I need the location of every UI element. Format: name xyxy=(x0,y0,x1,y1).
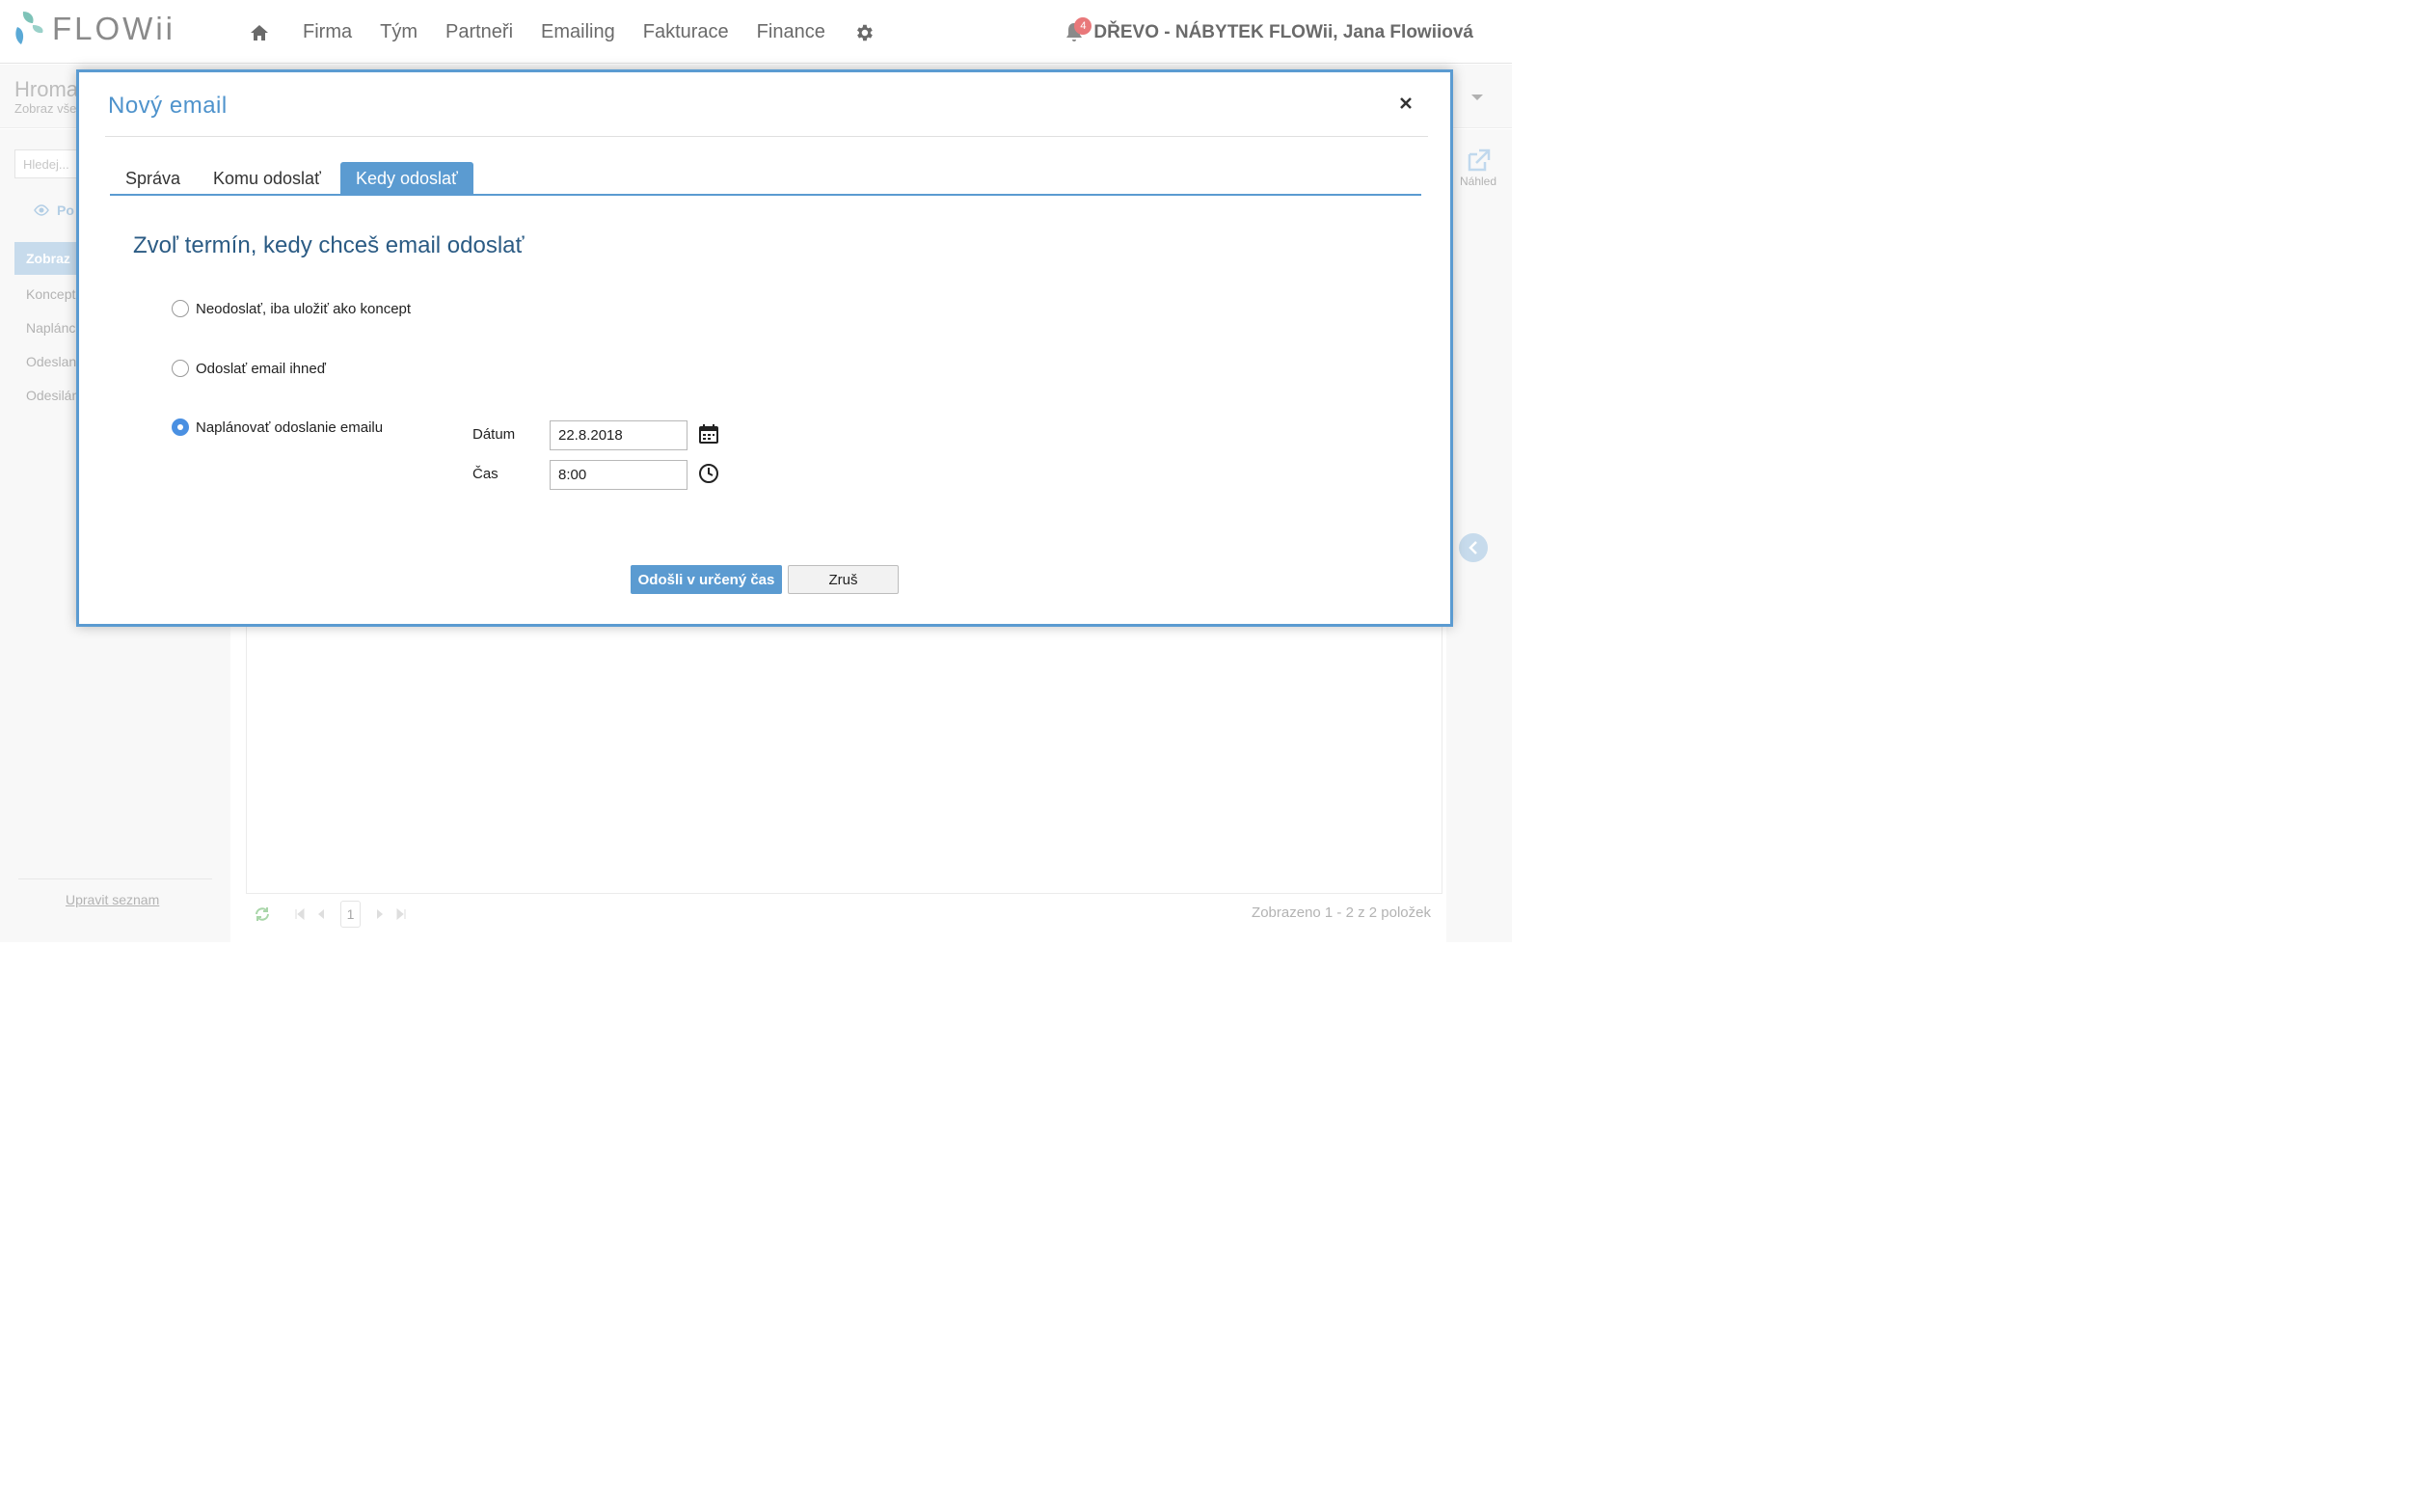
radio-save-draft[interactable] xyxy=(172,300,189,317)
new-email-dialog: Nový email Správa Komu odoslať Kedy odos… xyxy=(76,69,1453,627)
flowii-logo-icon xyxy=(15,12,43,44)
notification-badge: 4 xyxy=(1074,17,1092,35)
home-icon[interactable] xyxy=(249,22,270,43)
time-label: Čas xyxy=(472,466,499,482)
nav-partneri[interactable]: Partneři xyxy=(445,21,513,43)
dialog-title: Nový email xyxy=(108,93,228,119)
notifications-button[interactable]: 4 xyxy=(1065,17,1092,44)
option-save-draft-label: Neodoslať, iba uložiť ako koncept xyxy=(196,300,412,317)
nav-fakturace[interactable]: Fakturace xyxy=(643,21,729,43)
tab-kedy-odoslat[interactable]: Kedy odoslať xyxy=(340,162,473,194)
option-schedule[interactable]: Naplánovať odoslanie emailu xyxy=(172,418,383,436)
radio-send-now[interactable] xyxy=(172,360,189,377)
nav-tym[interactable]: Tým xyxy=(380,21,418,43)
clock-icon[interactable] xyxy=(698,463,719,484)
nav-finance[interactable]: Finance xyxy=(757,21,825,43)
option-send-now-label: Odoslať email ihneď xyxy=(196,360,326,377)
user-name[interactable]: DŘEVO - NÁBYTEK FLOWii, Jana Flowiiová xyxy=(1093,22,1473,43)
date-label: Dátum xyxy=(472,426,516,443)
close-icon[interactable] xyxy=(1398,95,1414,111)
nav-firma[interactable]: Firma xyxy=(303,21,352,43)
tab-komu-odoslat[interactable]: Komu odoslať xyxy=(198,162,337,194)
date-field[interactable] xyxy=(550,420,687,450)
nav-emailing[interactable]: Emailing xyxy=(541,21,615,43)
schedule-heading: Zvoľ termín, kedy chceš email odoslať xyxy=(133,232,525,258)
calendar-icon[interactable] xyxy=(698,423,719,445)
main-nav: Firma Tým Partneři Emailing Fakturace Fi… xyxy=(249,21,875,43)
tab-sprava[interactable]: Správa xyxy=(110,162,196,194)
send-scheduled-button[interactable]: Odošli v určený čas xyxy=(631,565,782,594)
option-save-draft[interactable]: Neodoslať, iba uložiť ako koncept xyxy=(172,300,411,317)
user-area: 4 DŘEVO - NÁBYTEK FLOWii, Jana Flowiiová xyxy=(1065,17,1473,44)
radio-schedule[interactable] xyxy=(172,418,189,436)
time-field[interactable] xyxy=(550,460,687,490)
cancel-button[interactable]: Zruš xyxy=(788,565,899,594)
option-schedule-label: Naplánovať odoslanie emailu xyxy=(196,418,384,436)
logo[interactable]: FLOWii xyxy=(13,10,175,48)
dialog-tabs: Správa Komu odoslať Kedy odoslať xyxy=(110,162,1421,196)
option-send-now[interactable]: Odoslať email ihneď xyxy=(172,360,326,377)
dialog-divider xyxy=(105,136,1428,137)
top-navigation: FLOWii Firma Tým Partneři Emailing Faktu… xyxy=(0,0,1512,64)
logo-text: FLOWii xyxy=(52,11,175,46)
gear-icon[interactable] xyxy=(853,22,875,43)
